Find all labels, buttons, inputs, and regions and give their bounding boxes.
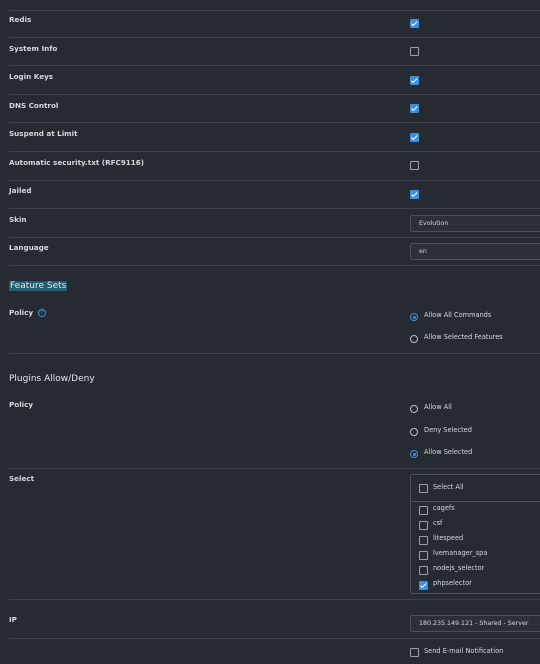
separator <box>9 122 540 123</box>
ip-value: 180.235.149.121 - Shared - Server <box>419 620 529 627</box>
skin-value: Evolution <box>419 220 449 227</box>
allow-selected-features-label: Allow Selected Features <box>424 333 503 341</box>
redis-checkbox[interactable] <box>410 19 419 28</box>
security-txt-checkbox[interactable] <box>410 161 419 170</box>
separator <box>9 208 540 209</box>
radio-allow-all[interactable] <box>410 405 418 413</box>
suspend-at-limit-checkbox[interactable] <box>410 133 419 142</box>
select-label: Select <box>9 474 35 483</box>
separator <box>9 468 540 469</box>
redis-label: Redis <box>9 15 32 24</box>
separator <box>9 353 540 354</box>
radio-allow-selected-features[interactable] <box>410 335 418 343</box>
allow-selected-label: Allow Selected <box>424 448 473 456</box>
feature-sets-policy-label: Policy <box>9 308 34 317</box>
radio-deny-selected[interactable] <box>410 428 418 436</box>
radio-allow-all-commands[interactable] <box>410 313 418 321</box>
plugin-checkbox-lvemanager-spa[interactable] <box>419 551 428 560</box>
radio-allow-selected[interactable] <box>410 450 418 458</box>
separator <box>9 237 540 238</box>
dns-control-label: DNS Control <box>9 101 59 110</box>
language-label: Language <box>9 243 49 252</box>
separator <box>9 151 540 152</box>
plugin-label-lvemanager-spa: lvemanager_spa <box>433 549 488 557</box>
plugin-checkbox-litespeed[interactable] <box>419 536 428 545</box>
skin-label: Skin <box>9 215 27 224</box>
dns-control-checkbox[interactable] <box>410 104 419 113</box>
separator <box>9 265 540 266</box>
security-txt-label: Automatic security.txt (RFC9116) <box>9 158 145 167</box>
plugin-list[interactable] <box>410 474 540 594</box>
allow-all-commands-label: Allow All Commands <box>424 311 492 319</box>
send-email-notification-checkbox[interactable] <box>410 648 419 657</box>
plugins-policy-label: Policy <box>9 400 34 409</box>
deny-selected-label: Deny Selected <box>424 426 472 434</box>
select-all-label: Select All <box>433 483 464 491</box>
jailed-checkbox[interactable] <box>410 190 419 199</box>
plugins-title: Plugins Allow/Deny <box>9 374 95 384</box>
skin-select[interactable]: Evolution <box>410 215 540 232</box>
send-email-notification-label: Send E-mail Notification <box>424 647 504 655</box>
jailed-label: Jailed <box>9 186 32 195</box>
login-keys-checkbox[interactable] <box>410 76 419 85</box>
separator <box>9 180 540 181</box>
plugin-label-nodejs-selector: nodejs_selector <box>433 564 485 572</box>
plugin-checkbox-nodejs-selector[interactable] <box>419 566 428 575</box>
system-info-label: System Info <box>9 44 58 53</box>
plugin-label-phpselector: phpselector <box>433 579 472 587</box>
feature-sets-title: Feature Sets <box>9 281 68 291</box>
separator <box>9 37 540 38</box>
plugin-checkbox-phpselector[interactable] <box>419 581 428 590</box>
separator <box>9 10 540 11</box>
plugin-checkbox-cagefs[interactable] <box>419 506 428 515</box>
separator <box>9 65 540 66</box>
plugin-checkbox-csf[interactable] <box>419 521 428 530</box>
login-keys-label: Login Keys <box>9 72 54 81</box>
allow-all-label: Allow All <box>424 403 452 411</box>
language-value: en <box>419 248 427 255</box>
select-all-checkbox[interactable] <box>419 484 428 493</box>
system-info-checkbox[interactable] <box>410 47 419 56</box>
language-select[interactable]: en <box>410 243 540 260</box>
ip-select[interactable]: 180.235.149.121 - Shared - Server <box>410 615 540 632</box>
suspend-at-limit-label: Suspend at Limit <box>9 129 78 138</box>
list-divider <box>411 501 540 502</box>
plugin-label-cagefs: cagefs <box>433 504 455 512</box>
plugin-label-csf: csf <box>433 519 443 527</box>
plugin-label-litespeed: litespeed <box>433 534 464 542</box>
help-circle-icon[interactable]: ? <box>38 309 46 317</box>
separator <box>9 94 540 95</box>
ip-label: IP <box>9 615 17 624</box>
separator <box>9 599 540 600</box>
separator <box>9 638 540 639</box>
